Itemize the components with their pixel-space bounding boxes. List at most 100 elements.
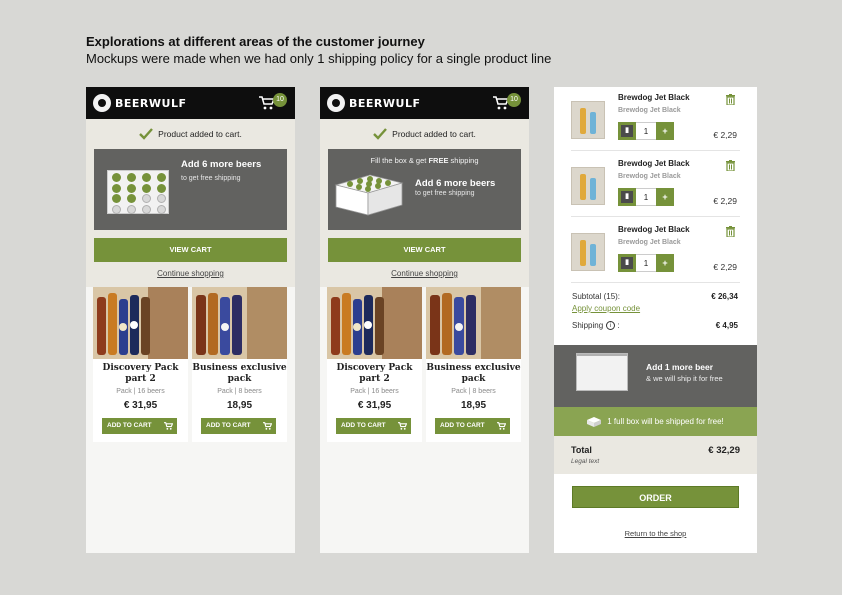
free-shipping-text: 1 full box will be shipped for free! [607, 417, 724, 426]
order-button[interactable]: ORDER [572, 486, 739, 508]
trash-icon[interactable] [726, 94, 735, 105]
cart-count-badge: 10 [507, 93, 521, 107]
cart-item-subtitle: Brewdog Jet Black [618, 107, 681, 114]
product-thumbnail [571, 101, 605, 139]
wolf-logo-icon [93, 94, 111, 112]
logo-text: BEERWULF [115, 96, 187, 110]
product-card[interactable]: Business exclusive pack Pack | 8 beers 1… [426, 287, 521, 442]
info-icon[interactable]: i [606, 321, 616, 331]
bottle-slot [157, 173, 166, 182]
quantity-value[interactable]: 1 [636, 122, 656, 140]
bottle-slot [142, 183, 151, 193]
added-text: Product added to cart. [158, 129, 242, 139]
logo-text: BEERWULF [349, 96, 421, 110]
bottle-slot [112, 204, 121, 214]
add-to-cart-button[interactable]: ADD TO CART [435, 418, 510, 434]
increase-button[interactable]: + [656, 188, 674, 206]
free-shipping-promo: Add 6 more beers to get free shipping [94, 149, 287, 230]
promo-title: Add 6 more beers [415, 178, 496, 189]
check-icon [373, 128, 388, 140]
product-price: € 31,95 [123, 400, 158, 411]
continue-shopping-link[interactable]: Continue shopping [320, 269, 529, 278]
promo-subtitle: & we will ship it for free [646, 374, 723, 383]
product-card[interactable]: Business exclusive pack Pack | 8 beers 1… [192, 287, 287, 442]
shipping-value: € 4,95 [715, 321, 738, 330]
decrease-button[interactable]: ▮ [618, 254, 636, 272]
legal-text: Legal text [571, 458, 600, 465]
cart-icon [164, 422, 173, 430]
quantity-value[interactable]: 1 [636, 188, 656, 206]
cart-item-price: € 2,29 [713, 130, 737, 140]
total-value: € 32,29 [708, 445, 740, 456]
cart-icon [398, 422, 407, 430]
promo-top-text-end: shipping [448, 156, 479, 165]
promo-subtitle: to get free shipping [181, 175, 241, 182]
added-to-cart-overlay: Product added to cart. Add 6 more beers … [86, 119, 295, 287]
shipping-label: Shipping [572, 321, 604, 330]
bottle-slot [112, 173, 121, 182]
increase-button[interactable]: + [656, 254, 674, 272]
cart-count-badge: 10 [273, 93, 287, 107]
cart-item-subtitle: Brewdog Jet Black [618, 173, 681, 180]
decrease-button[interactable]: ▮ [618, 122, 636, 140]
bottle-slot [142, 194, 151, 203]
product-card[interactable]: Discovery Pack part 2 Pack | 16 beers € … [93, 287, 188, 442]
product-meta: Pack | 8 beers [217, 388, 262, 395]
product-meta: Pack | 16 beers [350, 388, 399, 395]
bottle-slot [127, 183, 136, 193]
bottle-slot [142, 204, 151, 214]
beerwulf-logo[interactable]: BEERWULF [93, 94, 186, 112]
add-to-cart-button[interactable]: ADD TO CART [336, 418, 411, 434]
total-section: Total Legal text € 32,29 [554, 436, 757, 474]
view-cart-button[interactable]: VIEW CART [94, 238, 287, 262]
return-to-shop-link[interactable]: Return to the shop [554, 529, 757, 538]
bottle-slot [157, 204, 166, 214]
product-price: € 31,95 [357, 400, 392, 411]
beer-box-icon [107, 170, 169, 214]
trash-icon[interactable] [726, 226, 735, 237]
add-to-cart-button[interactable]: ADD TO CART [102, 418, 177, 434]
cart-item-price: € 2,29 [713, 196, 737, 206]
bottle-slot [127, 194, 136, 203]
subtotal-value: € 26,34 [711, 292, 738, 301]
cart-item-subtitle: Brewdog Jet Black [618, 239, 681, 246]
page-heading: Explorations at different areas of the c… [86, 34, 786, 67]
beer-box-icon [576, 353, 628, 391]
beer-crate-icon [334, 174, 404, 216]
decrease-button[interactable]: ▮ [618, 188, 636, 206]
promo-top-text: Fill the box & get [370, 156, 429, 165]
page-subtitle: Mockups were made when we had only 1 shi… [86, 51, 552, 66]
beerwulf-logo[interactable]: BEERWULF [327, 94, 420, 112]
continue-shopping-link[interactable]: Continue shopping [86, 269, 295, 278]
product-name: Discovery Pack part 2 [336, 363, 413, 384]
quantity-value[interactable]: 1 [636, 254, 656, 272]
total-label: Total [571, 445, 592, 455]
cart-panel: Brewdog Jet Black Brewdog Jet Black ▮ 1 … [554, 87, 757, 553]
subtotal-row: Subtotal (15): € 26,34 [572, 292, 738, 301]
mockup-phone-2: BEERWULF 10 Product added to cart. Fill … [320, 87, 529, 553]
increase-button[interactable]: + [656, 122, 674, 140]
promo-title: Add 1 more beer [646, 362, 714, 372]
add-to-cart-label: ADD TO CART [206, 422, 251, 429]
product-list: Discovery Pack part 2 Pack | 16 beers € … [320, 287, 529, 553]
product-meta: Pack | 8 beers [451, 388, 496, 395]
added-message: Product added to cart. [320, 128, 529, 140]
cart-item: Brewdog Jet Black Brewdog Jet Black ▮ 1 … [571, 87, 740, 151]
check-icon [139, 128, 154, 140]
cart-icon [497, 422, 506, 430]
top-bar: BEERWULF 10 [86, 87, 295, 119]
product-card[interactable]: Discovery Pack part 2 Pack | 16 beers € … [327, 287, 422, 442]
trash-icon[interactable] [726, 160, 735, 171]
product-image [426, 287, 521, 359]
product-image [192, 287, 287, 359]
promo-top-line: Fill the box & get FREE shipping [328, 156, 521, 165]
view-cart-button[interactable]: VIEW CART [328, 238, 521, 262]
promo-subtitle: to get free shipping [415, 190, 475, 197]
product-name: Discovery Pack part 2 [102, 363, 179, 384]
shipping-colon: : [617, 321, 620, 330]
quantity-stepper: ▮ 1 + [618, 122, 674, 140]
add-to-cart-button[interactable]: ADD TO CART [201, 418, 276, 434]
bottle-slot [157, 183, 166, 193]
free-shipping-banner: 1 full box will be shipped for free! [554, 407, 757, 436]
apply-coupon-link[interactable]: Apply coupon code [572, 304, 640, 313]
